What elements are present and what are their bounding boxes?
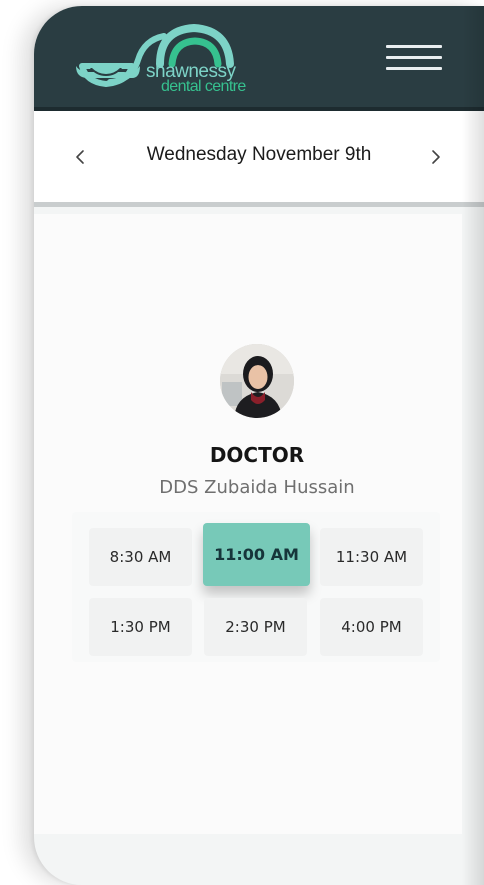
doctor-avatar bbox=[220, 344, 294, 418]
menu-line bbox=[386, 67, 442, 70]
doctor-name: DDS Zubaida Hussain bbox=[159, 477, 355, 498]
chevron-left-icon[interactable] bbox=[72, 148, 90, 166]
brand-name-line-2: dental centre bbox=[161, 78, 246, 95]
date-navigator: Wednesday November 9th bbox=[34, 111, 484, 207]
doctor-role: DOCTOR bbox=[209, 443, 305, 467]
time-slot[interactable]: 8:30 AM bbox=[89, 528, 192, 586]
page: shawnessy dental centre Wednesday Novemb… bbox=[0, 0, 484, 885]
time-slot[interactable]: 11:30 AM bbox=[320, 528, 423, 586]
menu-line bbox=[386, 56, 442, 59]
app-header: shawnessy dental centre bbox=[34, 6, 484, 111]
phone-frame: shawnessy dental centre Wednesday Novemb… bbox=[34, 6, 484, 885]
chevron-right-icon[interactable] bbox=[426, 148, 444, 166]
brand-logo[interactable]: shawnessy dental centre bbox=[74, 20, 264, 100]
time-slot-grid: 8:30 AM 11:00 AM 11:30 AM 1:30 PM 2:30 P… bbox=[72, 512, 440, 662]
booking-content: DOCTOR DDS Zubaida Hussain 8:30 AM 11:00… bbox=[34, 214, 462, 834]
menu-line bbox=[386, 45, 442, 48]
time-slot[interactable]: 1:30 PM bbox=[89, 598, 192, 656]
time-slot[interactable]: 4:00 PM bbox=[320, 598, 423, 656]
time-slot-selected[interactable]: 11:00 AM bbox=[203, 523, 310, 586]
selected-date: Wednesday November 9th bbox=[146, 144, 372, 165]
time-slot[interactable]: 2:30 PM bbox=[204, 598, 307, 656]
hamburger-menu-icon[interactable] bbox=[386, 43, 444, 73]
